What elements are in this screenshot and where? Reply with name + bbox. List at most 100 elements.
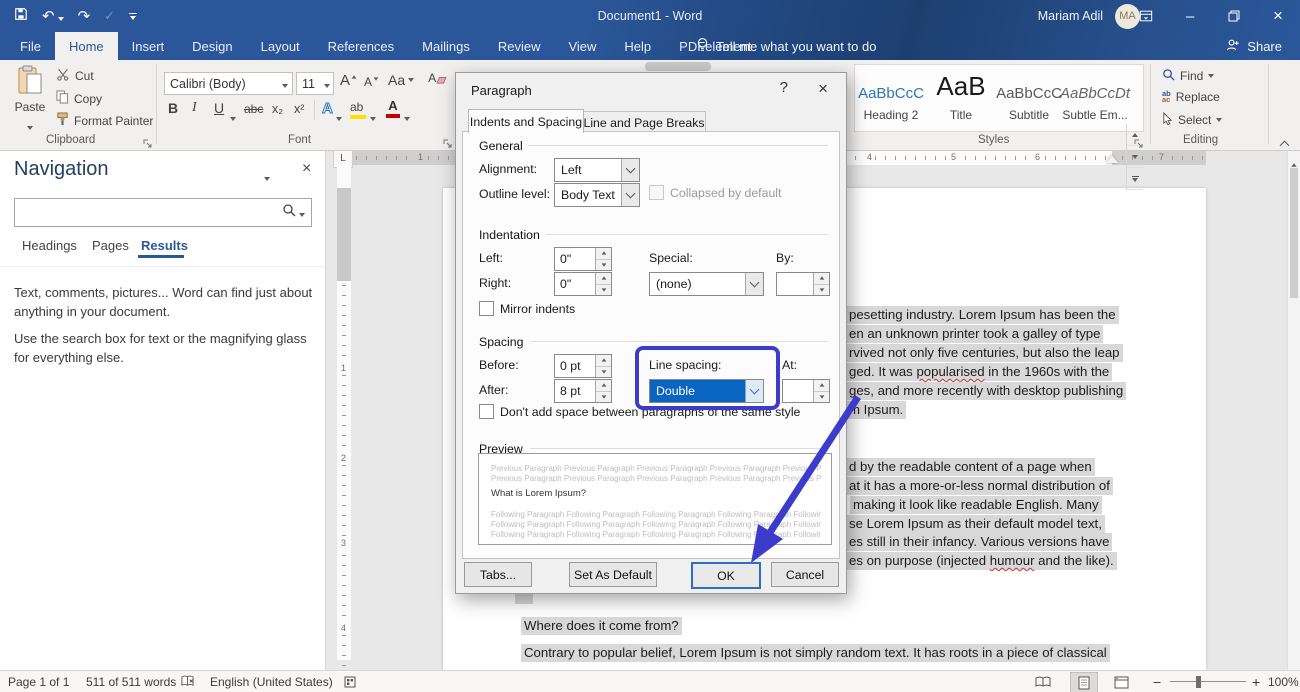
- doc-line[interactable]: d by the readable content of a page when: [846, 458, 1095, 476]
- zoom-slider-track[interactable]: [1170, 681, 1246, 682]
- by-spinner[interactable]: [776, 272, 830, 296]
- collapse-ribbon-icon[interactable]: [1281, 136, 1288, 154]
- right-indent-marker[interactable]: [1106, 155, 1118, 163]
- alignment-combo[interactable]: Left: [554, 158, 640, 182]
- doc-line[interactable]: m Ipsum.: [846, 401, 906, 419]
- tab-file[interactable]: File: [6, 32, 55, 60]
- ok-button[interactable]: OK: [691, 562, 761, 589]
- format-painter-button[interactable]: Format Painter: [56, 112, 153, 129]
- doc-line[interactable]: es still in their infancy. Various versi…: [846, 533, 1112, 551]
- bold-button[interactable]: B: [168, 100, 178, 116]
- strikethrough-button[interactable]: abc: [244, 102, 263, 116]
- tab-view[interactable]: View: [554, 32, 610, 60]
- clipboard-dialog-launcher-icon[interactable]: [143, 136, 153, 154]
- tab-help[interactable]: Help: [610, 32, 665, 60]
- zoom-slider-thumb[interactable]: [1196, 676, 1201, 688]
- zoom-in-button[interactable]: +: [1252, 674, 1260, 690]
- special-combo[interactable]: (none): [649, 272, 764, 296]
- read-mode-button[interactable]: [1030, 672, 1056, 692]
- tabs-button[interactable]: Tabs...: [464, 562, 532, 587]
- nav-tab-results[interactable]: Results: [141, 238, 188, 253]
- find-button[interactable]: Find: [1162, 68, 1214, 84]
- grow-font-button[interactable]: A: [340, 72, 357, 89]
- doc-line[interactable]: Contrary to popular belief, Lorem Ipsum …: [521, 644, 1110, 662]
- after-spinner[interactable]: 8 pt: [554, 379, 612, 403]
- web-layout-button[interactable]: [1108, 672, 1134, 692]
- search-input[interactable]: [15, 199, 279, 226]
- cancel-button[interactable]: Cancel: [771, 562, 839, 587]
- tab-references[interactable]: References: [314, 32, 408, 60]
- styles-dialog-launcher-icon[interactable]: [1134, 136, 1144, 154]
- tab-layout[interactable]: Layout: [247, 32, 314, 60]
- italic-button[interactable]: I: [192, 100, 197, 116]
- font-family-combo[interactable]: Calibri (Body): [164, 72, 293, 95]
- style-subtitle[interactable]: AaBbCcC Subtitle: [996, 68, 1062, 122]
- font-size-combo[interactable]: 11: [296, 72, 334, 95]
- print-layout-button[interactable]: [1070, 672, 1098, 692]
- underline-dropdown-icon[interactable]: [230, 108, 236, 126]
- paste-button[interactable]: Paste: [10, 65, 50, 135]
- ribbon-display-options-button[interactable]: [1124, 0, 1168, 32]
- style-subtle-emphasis[interactable]: AaBbCcDt Subtle Em...: [1062, 68, 1128, 122]
- doc-line[interactable]: at it has a more-or-less normal distribu…: [846, 477, 1113, 495]
- page-indicator[interactable]: Page 1 of 1: [8, 675, 69, 689]
- indent-right-spinner[interactable]: 0": [554, 272, 612, 296]
- tab-insert[interactable]: Insert: [118, 32, 179, 60]
- doc-line[interactable]: es on purpose (injected humour and the l…: [846, 552, 1117, 570]
- customize-qat-button[interactable]: [129, 13, 137, 20]
- text-effects-dropdown-icon[interactable]: [336, 108, 342, 126]
- touch-mode-icon[interactable]: ✓: [104, 8, 115, 24]
- tab-design[interactable]: Design: [178, 32, 246, 60]
- font-dialog-launcher-icon[interactable]: [443, 136, 453, 154]
- undo-button[interactable]: ↶: [42, 7, 64, 25]
- set-as-default-button[interactable]: Set As Default: [569, 562, 657, 587]
- subscript-button[interactable]: x₂: [272, 102, 283, 116]
- doc-line[interactable]: en an unknown printer took a galley of t…: [846, 325, 1103, 343]
- outline-level-combo[interactable]: Body Text: [554, 183, 640, 207]
- tab-mailings[interactable]: Mailings: [408, 32, 484, 60]
- doc-line[interactable]: ges, and more recently with desktop publ…: [846, 382, 1126, 400]
- save-icon[interactable]: [14, 7, 28, 26]
- cut-button[interactable]: Cut: [56, 68, 94, 84]
- macro-icon[interactable]: [344, 676, 356, 691]
- indent-left-spinner[interactable]: 0": [554, 247, 612, 271]
- user-name[interactable]: Mariam Adil: [1038, 9, 1103, 23]
- doc-line[interactable]: se Lorem Ipsum as their default model te…: [846, 515, 1105, 533]
- before-spinner[interactable]: 0 pt: [554, 354, 612, 378]
- style-title[interactable]: AaB Title: [928, 68, 994, 122]
- nav-tab-pages[interactable]: Pages: [92, 238, 129, 253]
- at-spinner[interactable]: [782, 379, 830, 403]
- doc-line[interactable]: ged. It was popularised in the 1960s wit…: [846, 363, 1112, 381]
- redo-button[interactable]: ↷: [78, 7, 91, 25]
- shrink-font-button[interactable]: A: [364, 75, 379, 89]
- replace-button[interactable]: abac Replace: [1162, 90, 1220, 104]
- navigation-options-icon[interactable]: [264, 168, 270, 186]
- tab-home[interactable]: Home: [55, 32, 118, 60]
- dialog-close-icon[interactable]: ×: [818, 79, 828, 99]
- underline-button[interactable]: U: [214, 100, 224, 116]
- doc-line[interactable]: rvived not only five centuries, but also…: [846, 344, 1123, 362]
- doc-line[interactable]: making it look like readable English. Ma…: [850, 496, 1102, 514]
- text-effects-button[interactable]: A: [322, 100, 333, 117]
- vertical-scrollbar[interactable]: [1287, 150, 1300, 670]
- copy-button[interactable]: Copy: [56, 90, 102, 107]
- share-button[interactable]: Share: [1225, 32, 1282, 60]
- tab-review[interactable]: Review: [484, 32, 555, 60]
- search-dropdown-icon[interactable]: [299, 204, 311, 222]
- font-color-dropdown-icon[interactable]: [404, 108, 410, 126]
- language-indicator[interactable]: English (United States): [210, 675, 333, 689]
- highlight-dropdown-icon[interactable]: [370, 108, 376, 126]
- close-button[interactable]: ×: [1256, 0, 1300, 32]
- nav-tab-headings[interactable]: Headings: [22, 238, 77, 253]
- zoom-level[interactable]: 100%: [1268, 675, 1299, 689]
- doc-heading[interactable]: Where does it come from?: [521, 617, 682, 635]
- line-spacing-combo[interactable]: Double: [649, 379, 764, 403]
- dialog-tab-indents[interactable]: Indents and Spacing: [468, 109, 584, 133]
- select-button[interactable]: Select: [1162, 112, 1222, 128]
- dialog-help-icon[interactable]: ?: [780, 79, 788, 96]
- scrollbar-thumb[interactable]: [1290, 168, 1298, 298]
- gallery-expand-icon[interactable]: [1127, 168, 1143, 190]
- change-case-button[interactable]: Aa: [388, 72, 414, 88]
- proofing-errors-icon[interactable]: [180, 675, 195, 691]
- navigation-close-icon[interactable]: ×: [302, 160, 311, 178]
